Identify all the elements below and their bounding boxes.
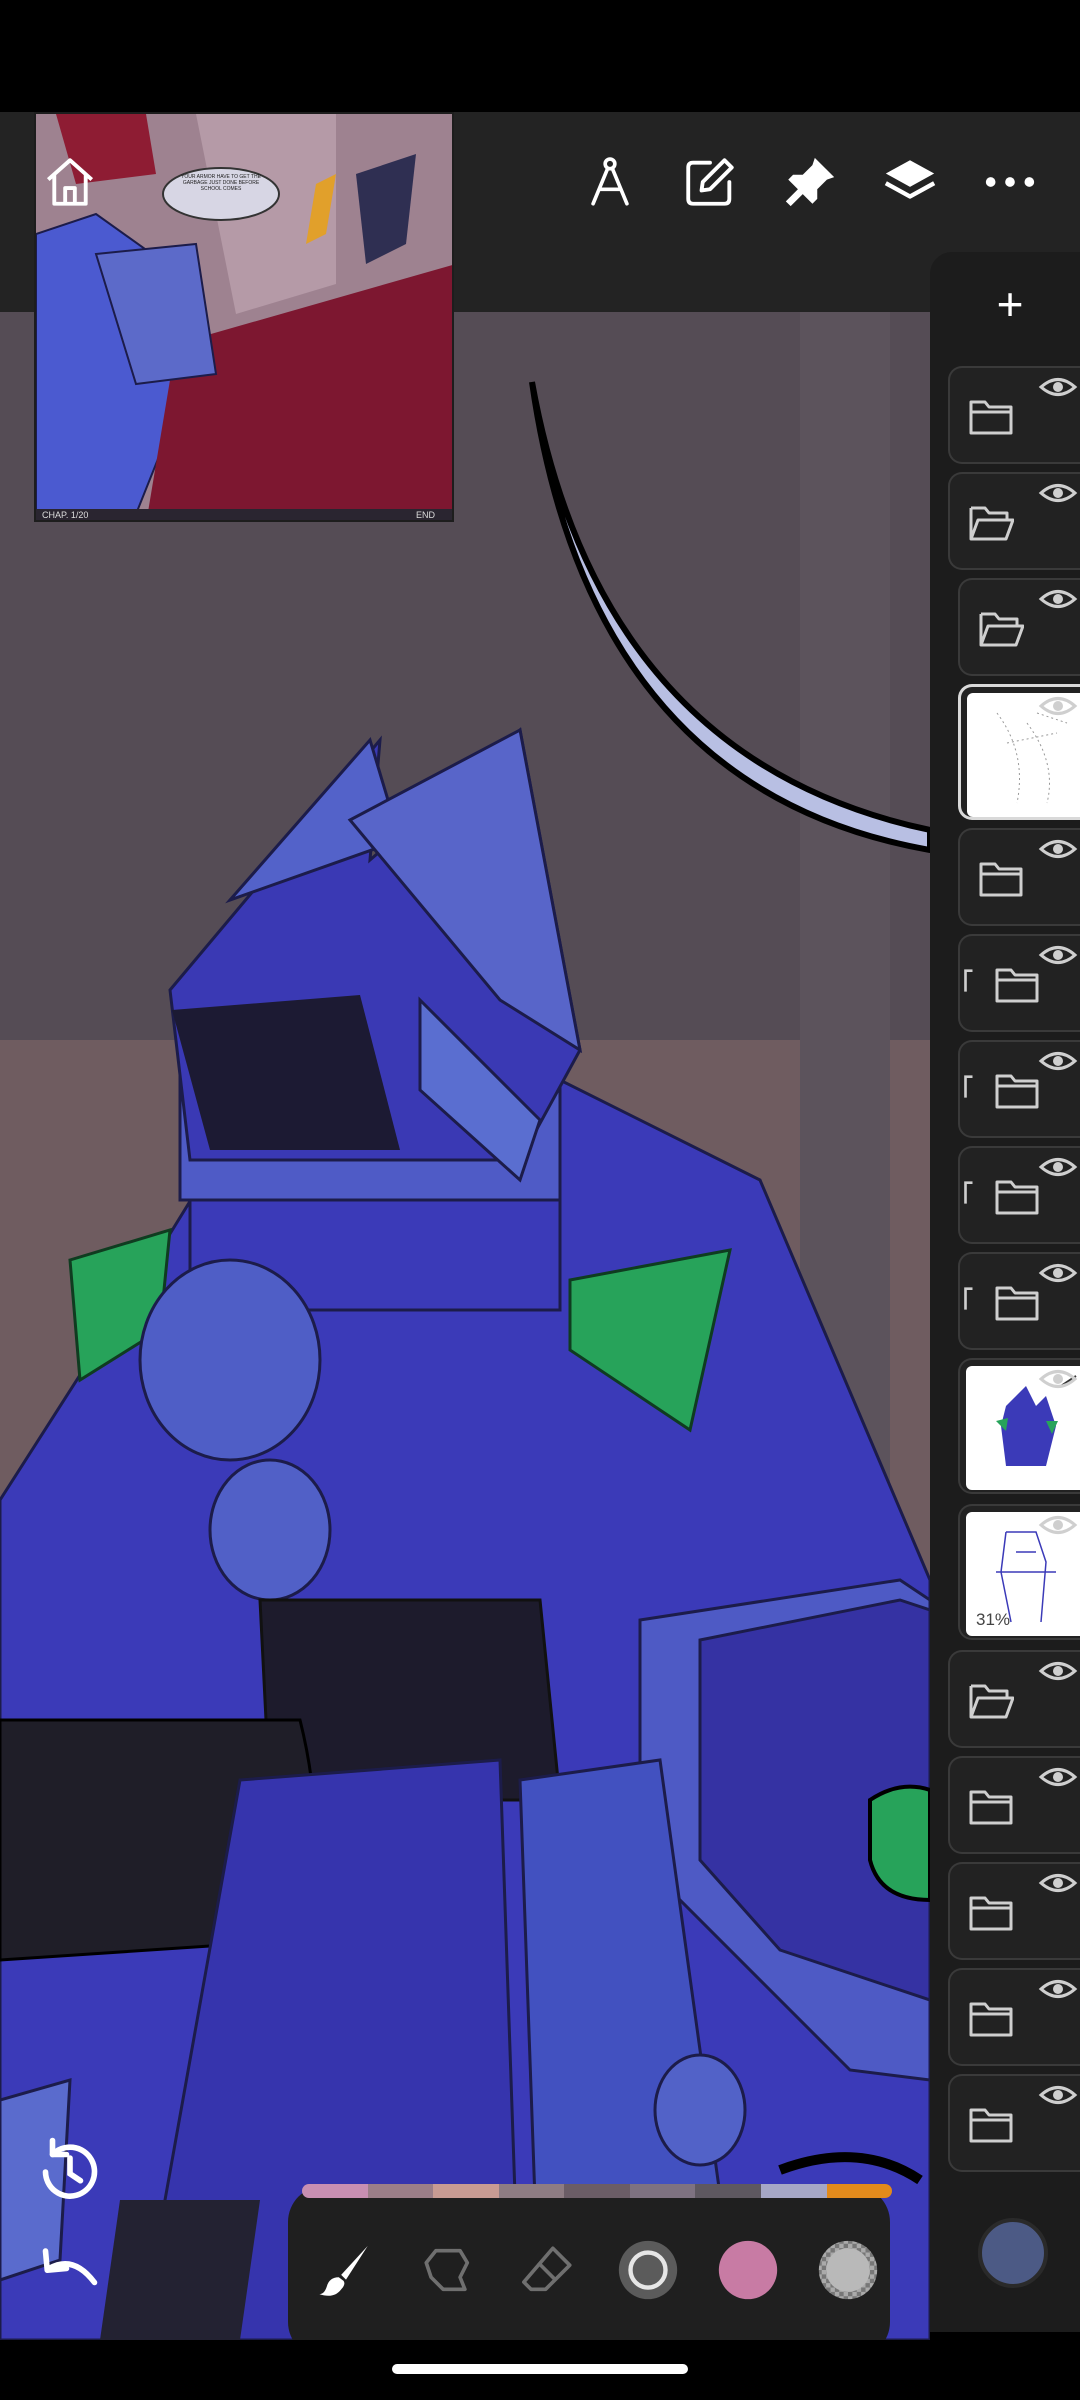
reference-footer-right: END xyxy=(416,510,436,520)
artwork xyxy=(0,312,930,2340)
brush-tool[interactable] xyxy=(306,2230,386,2310)
opacity-button[interactable] xyxy=(808,2230,888,2310)
visibility-eye-icon[interactable] xyxy=(1038,480,1078,506)
folder-open-icon xyxy=(969,506,1014,541)
palette-color[interactable] xyxy=(826,2184,892,2198)
visibility-eye-icon[interactable] xyxy=(1038,1870,1078,1896)
smudge-tool[interactable] xyxy=(408,2230,488,2310)
palette-color[interactable] xyxy=(564,2184,630,2198)
reference-footer-left: CHAP. 1/20 xyxy=(42,510,89,520)
visibility-eye-icon[interactable] xyxy=(1038,2082,1078,2108)
folder-icon xyxy=(979,862,1023,897)
status-bar xyxy=(0,0,1080,112)
compass-button[interactable] xyxy=(574,146,646,218)
folder-icon xyxy=(995,1180,1039,1215)
home-button[interactable] xyxy=(34,146,106,218)
palette-color[interactable] xyxy=(367,2184,434,2198)
undo-icon xyxy=(42,2248,98,2286)
undo-button[interactable] xyxy=(28,2230,112,2314)
layers-button[interactable] xyxy=(874,146,946,218)
layer-row[interactable] xyxy=(948,1650,1080,1748)
layers-icon xyxy=(884,160,936,199)
palette-color[interactable] xyxy=(695,2184,761,2198)
brush-size-icon xyxy=(618,2240,678,2300)
color-swatch xyxy=(718,2240,778,2300)
drawing-canvas[interactable] xyxy=(0,312,930,2340)
folder-icon xyxy=(969,400,1013,435)
layer-row[interactable] xyxy=(958,1252,1080,1350)
visibility-eye-icon[interactable] xyxy=(1038,1976,1078,2002)
layer-row[interactable] xyxy=(948,2074,1080,2172)
more-button[interactable] xyxy=(974,146,1046,218)
layer-row[interactable] xyxy=(958,684,1080,820)
palette-color[interactable] xyxy=(433,2184,499,2198)
layer-row[interactable]: 31% xyxy=(958,1504,1080,1640)
layer-row[interactable] xyxy=(948,366,1080,464)
palette-color[interactable] xyxy=(760,2184,827,2198)
folder-icon xyxy=(969,1790,1013,1825)
color-palette-strip[interactable] xyxy=(302,2184,892,2198)
layer-row[interactable] xyxy=(958,1358,1080,1494)
palette-color[interactable] xyxy=(498,2184,565,2198)
add-layer-button[interactable]: + xyxy=(980,276,1040,336)
speech-bubble-text: YOUR ARMOR HAVE TO GET THE GARBAGE JUST … xyxy=(181,174,261,192)
folder-icon xyxy=(995,1286,1039,1321)
folder-open-icon xyxy=(969,1684,1014,1719)
edit-icon xyxy=(686,158,734,206)
brush-size-button[interactable] xyxy=(608,2230,688,2310)
visibility-eye-icon[interactable] xyxy=(1038,1260,1078,1286)
layer-row[interactable] xyxy=(948,1862,1080,1960)
color-swatch-button[interactable] xyxy=(708,2230,788,2310)
folder-icon xyxy=(969,2002,1013,2037)
visibility-eye-icon[interactable] xyxy=(1038,1048,1078,1074)
more-icon xyxy=(985,177,1035,187)
home-icon xyxy=(46,158,94,206)
visibility-eye-icon[interactable] xyxy=(1038,693,1078,719)
layer-row[interactable] xyxy=(948,1756,1080,1854)
folder-open-icon xyxy=(979,612,1024,647)
folder-icon xyxy=(969,1896,1013,1931)
palette-color[interactable] xyxy=(629,2184,696,2198)
compass-icon xyxy=(591,157,629,206)
visibility-eye-icon[interactable] xyxy=(1038,1366,1078,1392)
edit-button[interactable] xyxy=(674,146,746,218)
layer-opacity-label: 31% xyxy=(976,1610,1011,1629)
eraser-tool[interactable] xyxy=(508,2230,588,2310)
layer-row[interactable] xyxy=(958,1040,1080,1138)
visibility-eye-icon[interactable] xyxy=(1038,374,1078,400)
visibility-eye-icon[interactable] xyxy=(1038,1512,1078,1538)
visibility-eye-icon[interactable] xyxy=(1038,1154,1078,1180)
visibility-eye-icon[interactable] xyxy=(1038,942,1078,968)
opacity-icon xyxy=(818,2240,878,2300)
folder-icon xyxy=(969,2108,1013,2143)
eraser-icon xyxy=(522,2246,572,2292)
smudge-icon xyxy=(424,2248,470,2292)
layer-row[interactable] xyxy=(958,934,1080,1032)
visibility-eye-icon[interactable] xyxy=(1038,1658,1078,1684)
folder-icon xyxy=(995,968,1039,1003)
layer-row[interactable] xyxy=(948,1968,1080,2066)
palette-color[interactable] xyxy=(302,2184,368,2198)
layer-row[interactable] xyxy=(958,828,1080,926)
history-icon xyxy=(42,2137,98,2199)
layer-row[interactable] xyxy=(958,578,1080,676)
home-indicator[interactable] xyxy=(392,2364,688,2374)
current-color-button[interactable] xyxy=(978,2218,1048,2288)
history-button[interactable] xyxy=(28,2130,112,2214)
layer-row[interactable] xyxy=(948,472,1080,570)
visibility-eye-icon[interactable] xyxy=(1038,836,1078,862)
pin-button[interactable] xyxy=(774,146,846,218)
visibility-eye-icon[interactable] xyxy=(1038,586,1078,612)
brush-icon xyxy=(319,2245,368,2296)
folder-icon xyxy=(995,1074,1039,1109)
visibility-eye-icon[interactable] xyxy=(1038,1764,1078,1790)
pin-icon xyxy=(785,157,835,207)
layer-row[interactable] xyxy=(958,1146,1080,1244)
